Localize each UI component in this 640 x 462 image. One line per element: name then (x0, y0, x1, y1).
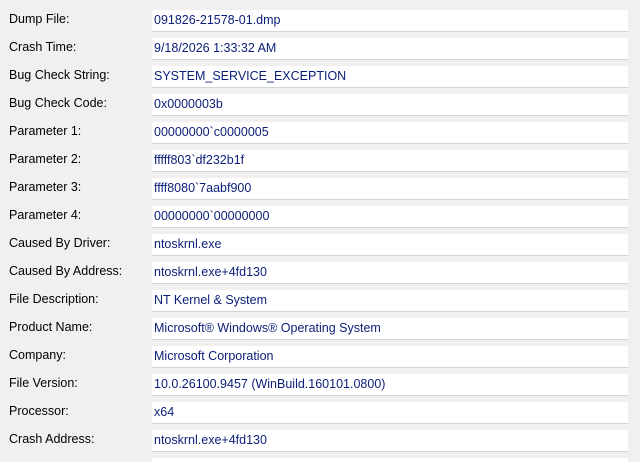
property-label: Product Name: (9, 320, 93, 334)
property-label: File Description: (9, 292, 99, 306)
property-row-bug-check-code: Bug Check Code: 0x0000003b (0, 90, 640, 118)
property-row-partial (0, 454, 640, 462)
property-label: Processor: (9, 404, 69, 418)
property-value-crash-address[interactable]: ntoskrnl.exe+4fd130 (152, 430, 628, 452)
property-row-crash-time: Crash Time: 9/18/2026 1:33:32 AM (0, 34, 640, 62)
property-value-parameter-4[interactable]: 00000000`00000000 (152, 206, 628, 228)
property-label: Crash Address: (9, 432, 95, 446)
property-row-parameter-2: Parameter 2: fffff803`df232b1f (0, 146, 640, 174)
property-value-caused-by-driver[interactable]: ntoskrnl.exe (152, 234, 628, 256)
property-label: Caused By Driver: (9, 236, 111, 250)
property-value-partial[interactable] (152, 458, 628, 462)
property-label: Dump File: (9, 12, 70, 26)
property-label: Parameter 3: (9, 180, 82, 194)
property-label: Parameter 2: (9, 152, 82, 166)
property-row-caused-by-address: Caused By Address: ntoskrnl.exe+4fd130 (0, 258, 640, 286)
property-row-file-version: File Version: 10.0.26100.9457 (WinBuild.… (0, 370, 640, 398)
property-value-company[interactable]: Microsoft Corporation (152, 346, 628, 368)
property-value-bug-check-code[interactable]: 0x0000003b (152, 94, 628, 116)
property-row-dump-file: Dump File: 091826-21578-01.dmp (0, 6, 640, 34)
property-label: Crash Time: (9, 40, 77, 54)
property-value-parameter-3[interactable]: ffff8080`7aabf900 (152, 178, 628, 200)
crash-properties-panel: Dump File: 091826-21578-01.dmp Crash Tim… (0, 0, 640, 462)
property-row-file-description: File Description: NT Kernel & System (0, 286, 640, 314)
property-value-dump-file[interactable]: 091826-21578-01.dmp (152, 10, 628, 32)
property-row-product-name: Product Name: Microsoft® Windows® Operat… (0, 314, 640, 342)
property-value-parameter-1[interactable]: 00000000`c0000005 (152, 122, 628, 144)
property-row-company: Company: Microsoft Corporation (0, 342, 640, 370)
property-row-parameter-3: Parameter 3: ffff8080`7aabf900 (0, 174, 640, 202)
property-value-parameter-2[interactable]: fffff803`df232b1f (152, 150, 628, 172)
property-value-file-version[interactable]: 10.0.26100.9457 (WinBuild.160101.0800) (152, 374, 628, 396)
property-label: Parameter 1: (9, 124, 82, 138)
property-row-caused-by-driver: Caused By Driver: ntoskrnl.exe (0, 230, 640, 258)
property-value-crash-time[interactable]: 9/18/2026 1:33:32 AM (152, 38, 628, 60)
property-label: File Version: (9, 376, 78, 390)
property-label: Company: (9, 348, 66, 362)
property-row-bug-check-string: Bug Check String: SYSTEM_SERVICE_EXCEPTI… (0, 62, 640, 90)
property-value-bug-check-string[interactable]: SYSTEM_SERVICE_EXCEPTION (152, 66, 628, 88)
property-value-file-description[interactable]: NT Kernel & System (152, 290, 628, 312)
property-label: Caused By Address: (9, 264, 123, 278)
property-value-product-name[interactable]: Microsoft® Windows® Operating System (152, 318, 628, 340)
property-row-processor: Processor: x64 (0, 398, 640, 426)
property-row-parameter-1: Parameter 1: 00000000`c0000005 (0, 118, 640, 146)
property-label: Bug Check String: (9, 68, 110, 82)
property-value-caused-by-address[interactable]: ntoskrnl.exe+4fd130 (152, 262, 628, 284)
property-value-processor[interactable]: x64 (152, 402, 628, 424)
property-row-parameter-4: Parameter 4: 00000000`00000000 (0, 202, 640, 230)
property-label: Bug Check Code: (9, 96, 107, 110)
property-label: Parameter 4: (9, 208, 82, 222)
property-row-crash-address: Crash Address: ntoskrnl.exe+4fd130 (0, 426, 640, 454)
